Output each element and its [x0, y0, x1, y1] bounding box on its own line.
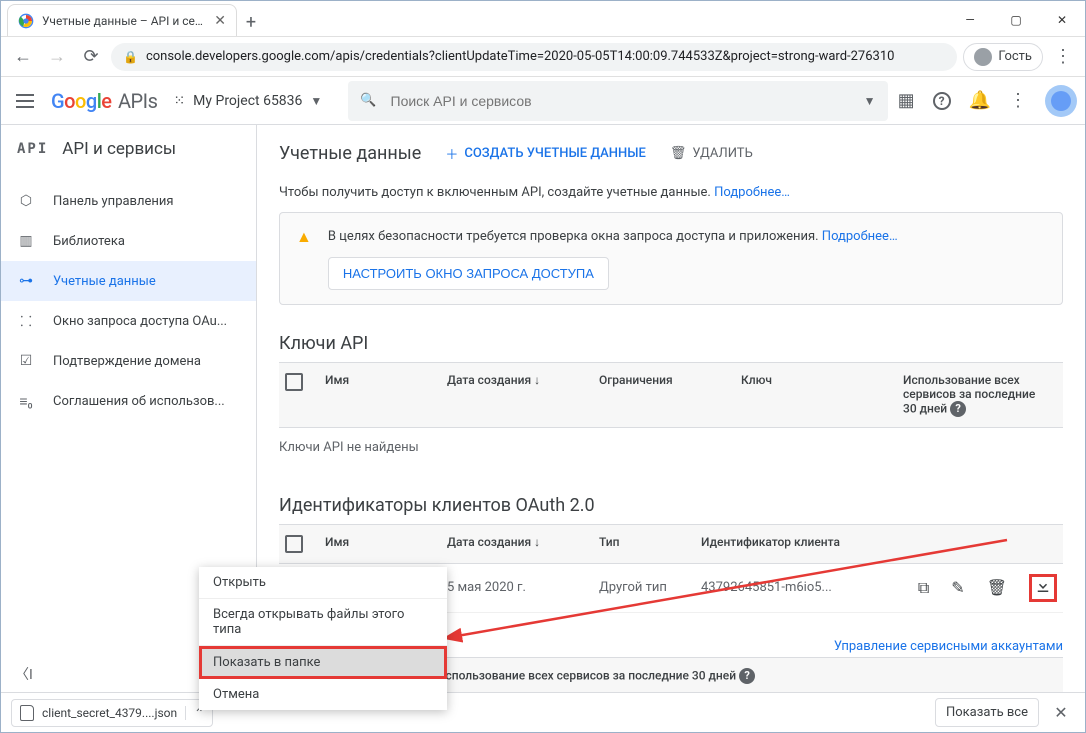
help-icon[interactable]: ? [739, 668, 755, 684]
warning-icon: ▲ [296, 227, 312, 247]
delete-row-icon[interactable]: 🗑 [987, 578, 1007, 597]
download-chip[interactable]: client_secret_4379....json ⌃ [11, 699, 213, 727]
ctx-show-in-folder[interactable]: Показать в папке [199, 646, 447, 679]
lock-icon: 🔒 [123, 50, 138, 64]
dropdown-icon: ▼ [310, 94, 322, 108]
col-date[interactable]: Дата создания ↓ [447, 535, 587, 549]
nav-back-button[interactable]: ← [9, 43, 37, 71]
collapse-sidebar-button[interactable]: 〈I [15, 664, 33, 684]
sidebar-item-library[interactable]: ▥Библиотека [1, 221, 256, 261]
browser-menu-button[interactable]: ⋮ [1049, 46, 1077, 67]
ctx-always-open[interactable]: Всегда открывать файлы этого типа [199, 599, 447, 646]
hamburger-menu-button[interactable] [9, 85, 41, 117]
col-date[interactable]: Дата создания ↓ [447, 373, 587, 387]
col-name[interactable]: Имя [325, 373, 435, 387]
window-close-button[interactable]: ✕ [1039, 4, 1085, 36]
sort-down-icon: ↓ [534, 535, 540, 549]
copy-icon[interactable]: ⧉ [918, 578, 929, 598]
client-date: 5 мая 2020 г. [447, 580, 587, 595]
oauth-select-all-checkbox[interactable] [285, 535, 303, 553]
sidebar-title: API и сервисы [62, 139, 176, 159]
file-icon [20, 705, 34, 721]
url-text: console.developers.google.com/apis/crede… [146, 49, 895, 64]
search-dropdown-icon[interactable]: ▼ [864, 94, 876, 108]
nav-forward-button: → [43, 43, 71, 71]
ctx-cancel[interactable]: Отмена [199, 679, 447, 710]
agreements-icon: ≡₀ [17, 393, 35, 410]
close-download-bar-button[interactable]: ✕ [1047, 703, 1075, 722]
browser-tab[interactable]: Учетные данные – API и сервис ✕ [7, 4, 237, 36]
dashboard-icon: ⬡ [17, 193, 35, 209]
tab-title: Учетные данные – API и сервис [42, 14, 206, 28]
download-context-menu: Открыть Всегда открывать файлы этого тип… [199, 567, 447, 710]
configure-consent-button[interactable]: НАСТРОИТЬ ОКНО ЗАПРОСА ДОСТУПА [328, 257, 609, 290]
delete-button[interactable]: 🗑УДАЛИТЬ [670, 146, 753, 161]
show-all-downloads-button[interactable]: Показать все [935, 698, 1039, 727]
search-box[interactable]: 🔍 ▼ [348, 81, 887, 121]
notifications-icon[interactable]: 🔔 [969, 90, 991, 111]
warn-learnmore-link[interactable]: Подробнее… [822, 229, 898, 244]
guest-label: Гость [998, 49, 1032, 64]
client-type: Другой тип [599, 580, 689, 595]
sort-down-icon: ↓ [534, 373, 540, 387]
guest-profile-button[interactable]: Гость [963, 43, 1043, 71]
key-icon: ⊶ [17, 273, 35, 289]
project-name: My Project 65836 [193, 93, 302, 109]
consent-icon: ⸬ [17, 312, 35, 331]
page-title: Учетные данные [279, 143, 421, 164]
domain-icon: ☑ [17, 353, 35, 369]
sidebar-item-consent[interactable]: ⸬Окно запроса доступа OAu... [1, 301, 256, 341]
download-json-button[interactable] [1029, 574, 1057, 602]
gift-icon[interactable]: ▦ [898, 90, 915, 111]
window-max-button[interactable]: ▢ [993, 4, 1039, 36]
guest-avatar-icon [974, 48, 992, 66]
trash-icon: 🗑 [670, 146, 687, 161]
edit-icon[interactable]: ✎ [951, 578, 964, 597]
col-usage[interactable]: Использование всех сервисов за последние… [437, 668, 1057, 684]
help-icon[interactable]: ? [933, 92, 951, 110]
search-input[interactable] [389, 92, 852, 110]
select-all-checkbox[interactable] [285, 373, 303, 391]
favicon-icon [18, 13, 34, 29]
library-icon: ▥ [17, 233, 35, 249]
sidebar-item-dashboard[interactable]: ⬡Панель управления [1, 181, 256, 221]
sidebar-item-agreements[interactable]: ≡₀Соглашения об использов... [1, 381, 256, 421]
nav-reload-button[interactable]: ⟳ [77, 43, 105, 71]
api-keys-title: Ключи API [279, 333, 1063, 354]
address-bar[interactable]: 🔒 console.developers.google.com/apis/cre… [111, 43, 957, 71]
close-tab-icon[interactable]: ✕ [214, 13, 226, 29]
learnmore-link[interactable]: Подробнее… [714, 185, 790, 200]
sidebar-item-domain[interactable]: ☑Подтверждение домена [1, 341, 256, 381]
col-client-id[interactable]: Идентификатор клиента [701, 535, 891, 549]
col-key[interactable]: Ключ [741, 373, 891, 387]
info-text: Чтобы получить доступ к включенным API, … [279, 185, 1063, 200]
search-icon: 🔍 [360, 93, 376, 108]
project-selector[interactable]: ⁙ My Project 65836 ▼ [173, 93, 322, 109]
project-icon: ⁙ [173, 93, 185, 109]
col-restrictions[interactable]: Ограничения [599, 373, 729, 387]
api-logo-icon: API [17, 141, 48, 157]
create-credentials-button[interactable]: ＋СОЗДАТЬ УЧЕТНЫЕ ДАННЫЕ [445, 144, 646, 163]
col-name[interactable]: Имя [325, 535, 435, 549]
window-min-button[interactable]: — [947, 4, 993, 36]
consent-warning: ▲ В целях безопасности требуется проверк… [279, 212, 1063, 305]
api-keys-empty: Ключи API не найдены [279, 428, 1063, 467]
client-id: 43792645851-m6io5... [701, 580, 891, 595]
more-icon[interactable]: ⋮ [1009, 90, 1027, 111]
download-filename: client_secret_4379....json [42, 706, 177, 720]
sidebar-item-credentials[interactable]: ⊶Учетные данные [1, 261, 256, 301]
col-usage[interactable]: Использование всех сервисов за последние… [903, 373, 1057, 417]
help-icon[interactable]: ? [950, 401, 966, 417]
new-tab-button[interactable]: + [237, 8, 265, 36]
plus-icon: ＋ [445, 144, 458, 163]
manage-service-accounts-link[interactable]: Управление сервисными аккаунтами [834, 639, 1063, 654]
ctx-open[interactable]: Открыть [199, 567, 447, 599]
google-apis-logo[interactable]: Google APIs [51, 89, 157, 113]
col-type[interactable]: Тип [599, 535, 689, 549]
oauth-title: Идентификаторы клиентов OAuth 2.0 [279, 495, 1063, 516]
account-avatar[interactable] [1045, 85, 1077, 117]
